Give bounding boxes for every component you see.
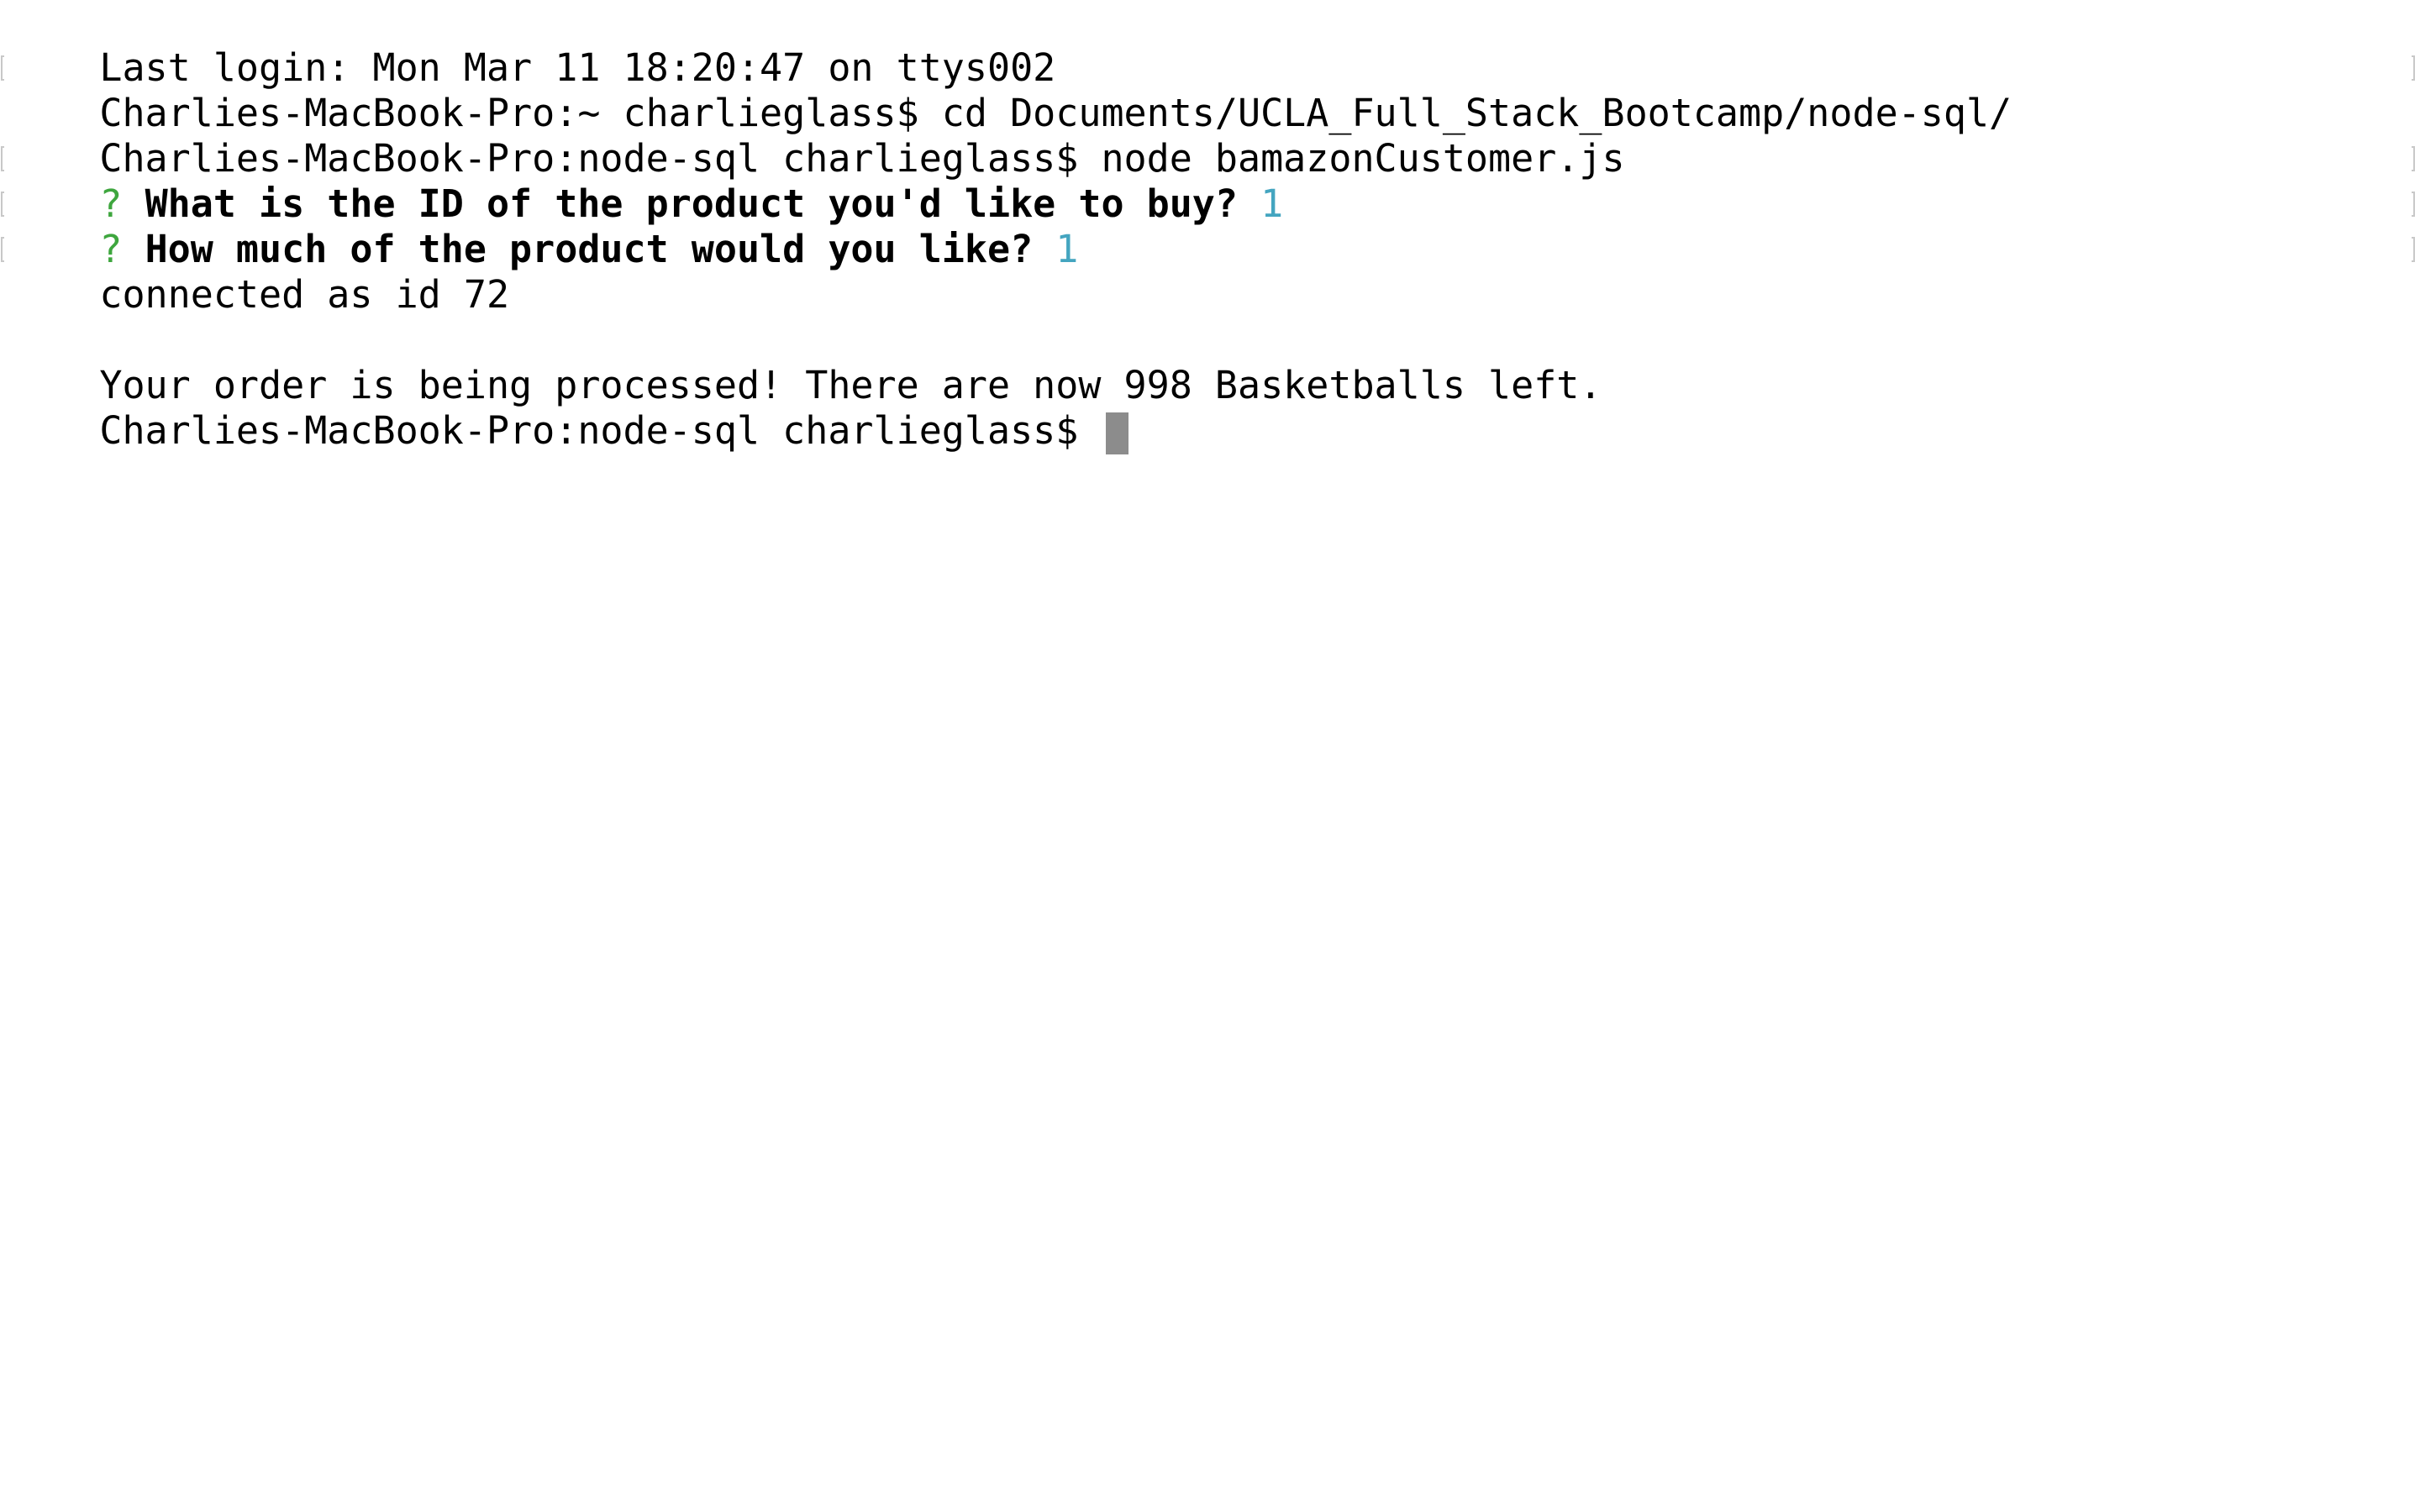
line-mark-left [1,55,4,81]
shell-prompt: Charlies-MacBook-Pro:node-sql charliegla… [99,408,1102,453]
line-mark-left [1,237,4,262]
line-mark-right [2412,55,2415,81]
command-line-node: Charlies-MacBook-Pro:node-sql charliegla… [8,91,1624,181]
question-answer: 1 [1055,227,1079,271]
line-mark-left [1,192,4,217]
connected-text: connected as id 72 [99,272,510,317]
terminal-window[interactable]: Last login: Mon Mar 11 18:20:47 on ttys0… [0,0,2420,1512]
order-message-line: Your order is being processed! There are… [8,318,1602,407]
line-mark-right [2412,146,2415,171]
last-login-line: Last login: Mon Mar 11 18:20:47 on ttys0… [8,0,1055,90]
final-prompt-line[interactable]: Charlies-MacBook-Pro:node-sql charliegla… [8,363,1129,454]
command-line-cd: Charlies-MacBook-Pro:~ charlieglass$ cd … [8,45,2012,135]
line-mark-right [2412,237,2415,262]
line-mark-right [2412,192,2415,217]
question-line-quantity: ? How much of the product would you like… [8,181,1078,271]
text-cursor [1106,412,1129,454]
question-answer: 1 [1260,181,1284,226]
line-mark-left [1,146,4,171]
connected-line: connected as id 72 [8,227,509,317]
question-line-id: ? What is the ID of the product you'd li… [8,136,1283,226]
